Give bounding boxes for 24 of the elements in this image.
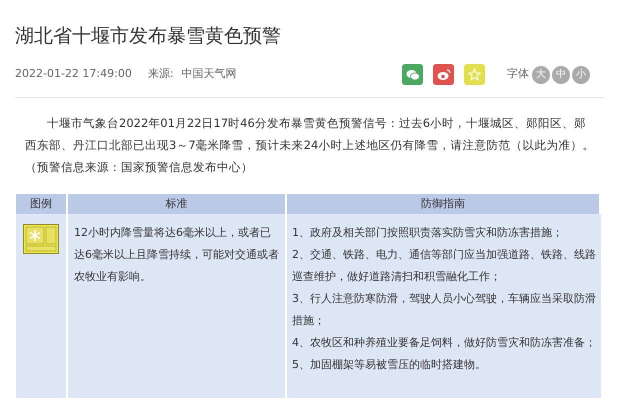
star-icon bbox=[468, 68, 481, 81]
eye-icon bbox=[436, 68, 450, 80]
column-header: 图例 bbox=[16, 194, 68, 214]
guidance-item: 1、政府及相关部门按照职责落实防雪灾和防冻害措施； bbox=[292, 225, 564, 241]
source-name: 中国天气网 bbox=[182, 66, 237, 82]
column-header: 标准 bbox=[68, 194, 287, 214]
snow-warning-signal-icon bbox=[23, 224, 59, 254]
share-button[interactable] bbox=[402, 64, 423, 85]
guidance-item: 4、农牧区和种养殖业要备足饲料，做好防雪灾和防冻害准备； bbox=[292, 335, 596, 351]
share-button[interactable] bbox=[433, 64, 454, 85]
publish-date: 2022-01-22 17:49:00 bbox=[15, 66, 132, 82]
font-size-button[interactable]: 大 bbox=[532, 66, 550, 84]
font-size-label: 字体 bbox=[507, 66, 529, 82]
article-title: 湖北省十堰市发布暴雪黄色预警 bbox=[15, 24, 282, 49]
font-size-button[interactable]: 小 bbox=[572, 66, 590, 84]
font-size-button[interactable]: 中 bbox=[552, 66, 570, 84]
guidance-item: 2、交通、铁路、电力、通信等部门应当加强道路、铁路、线路巡查维护，做好道路清扫和积雪融化工作； bbox=[292, 247, 596, 285]
chat-bubbles-icon bbox=[406, 68, 420, 80]
article-paragraph: 十堰市气象台2022年01月22日17时46分发布暴雪黄色预警信号：过去6小时，十堰城区、郧阳区、郧西东部、丹江口北部已出现3～7毫米降雪，预计未来24小时上述地区仍有降雪，请注意防范（以此为准）。（预警信息来源：国家预警信息发布中心） bbox=[24, 115, 596, 176]
column-header: 防御指南 bbox=[287, 194, 601, 214]
guidance-item: 3、行人注意防寒防滑，驾驶人员小心驾驶，车辆应当采取防滑措施； bbox=[292, 291, 596, 329]
standard-text: 12小时内降雪量将达6毫米以上，或者已达6毫米以上且降雪持续，可能对交通或者农牧业有影响。 bbox=[74, 225, 279, 285]
source-label: 来源: bbox=[148, 66, 174, 82]
guidance-item: 5、加固棚架等易被雪压的临时搭建物。 bbox=[292, 357, 487, 373]
